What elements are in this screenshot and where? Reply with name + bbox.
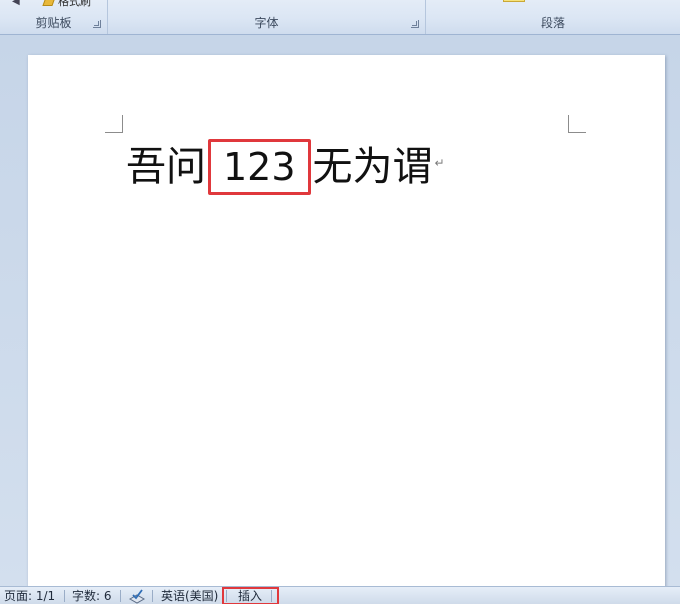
paragraph-shading-button[interactable]: [503, 0, 525, 2]
ribbon: ◀ 格式刷 剪贴板 字体 段落: [0, 0, 680, 35]
clipboard-group-label: 剪贴板: [35, 16, 72, 30]
document-text-line[interactable]: 吾问 123 无为谓 ↵: [126, 139, 445, 195]
font-dialog-launcher-icon[interactable]: [411, 20, 419, 28]
status-divider: [120, 590, 121, 602]
page-indicator[interactable]: 页面: 1/1: [4, 588, 55, 604]
clipboard-dialog-launcher-icon[interactable]: [93, 20, 101, 28]
document-workspace[interactable]: 吾问 123 无为谓 ↵: [0, 35, 680, 604]
insert-mode-highlight: [222, 587, 279, 604]
status-divider: [64, 590, 65, 602]
clipboard-group: 剪贴板: [0, 0, 108, 34]
highlighted-number: 123: [208, 139, 311, 195]
text-before: 吾问: [126, 144, 206, 190]
text-after: 无为谓: [312, 144, 433, 190]
proofing-book-icon[interactable]: [128, 588, 146, 604]
status-bar: 页面: 1/1 字数: 6 英语(美国) 插入: [0, 586, 680, 604]
status-divider: [152, 590, 153, 602]
language-indicator[interactable]: 英语(美国): [161, 588, 218, 604]
paragraph-group-label: 段落: [540, 16, 565, 30]
font-group-label: 字体: [254, 16, 279, 30]
margin-corner-top-left: [105, 115, 123, 133]
paragraph-mark-icon: ↵: [434, 156, 445, 170]
word-count[interactable]: 字数: 6: [72, 588, 112, 604]
margin-corner-top-right: [568, 115, 586, 133]
document-page[interactable]: 吾问 123 无为谓 ↵: [28, 55, 665, 604]
font-group: 字体: [108, 0, 426, 34]
paragraph-group: 段落: [426, 0, 680, 34]
